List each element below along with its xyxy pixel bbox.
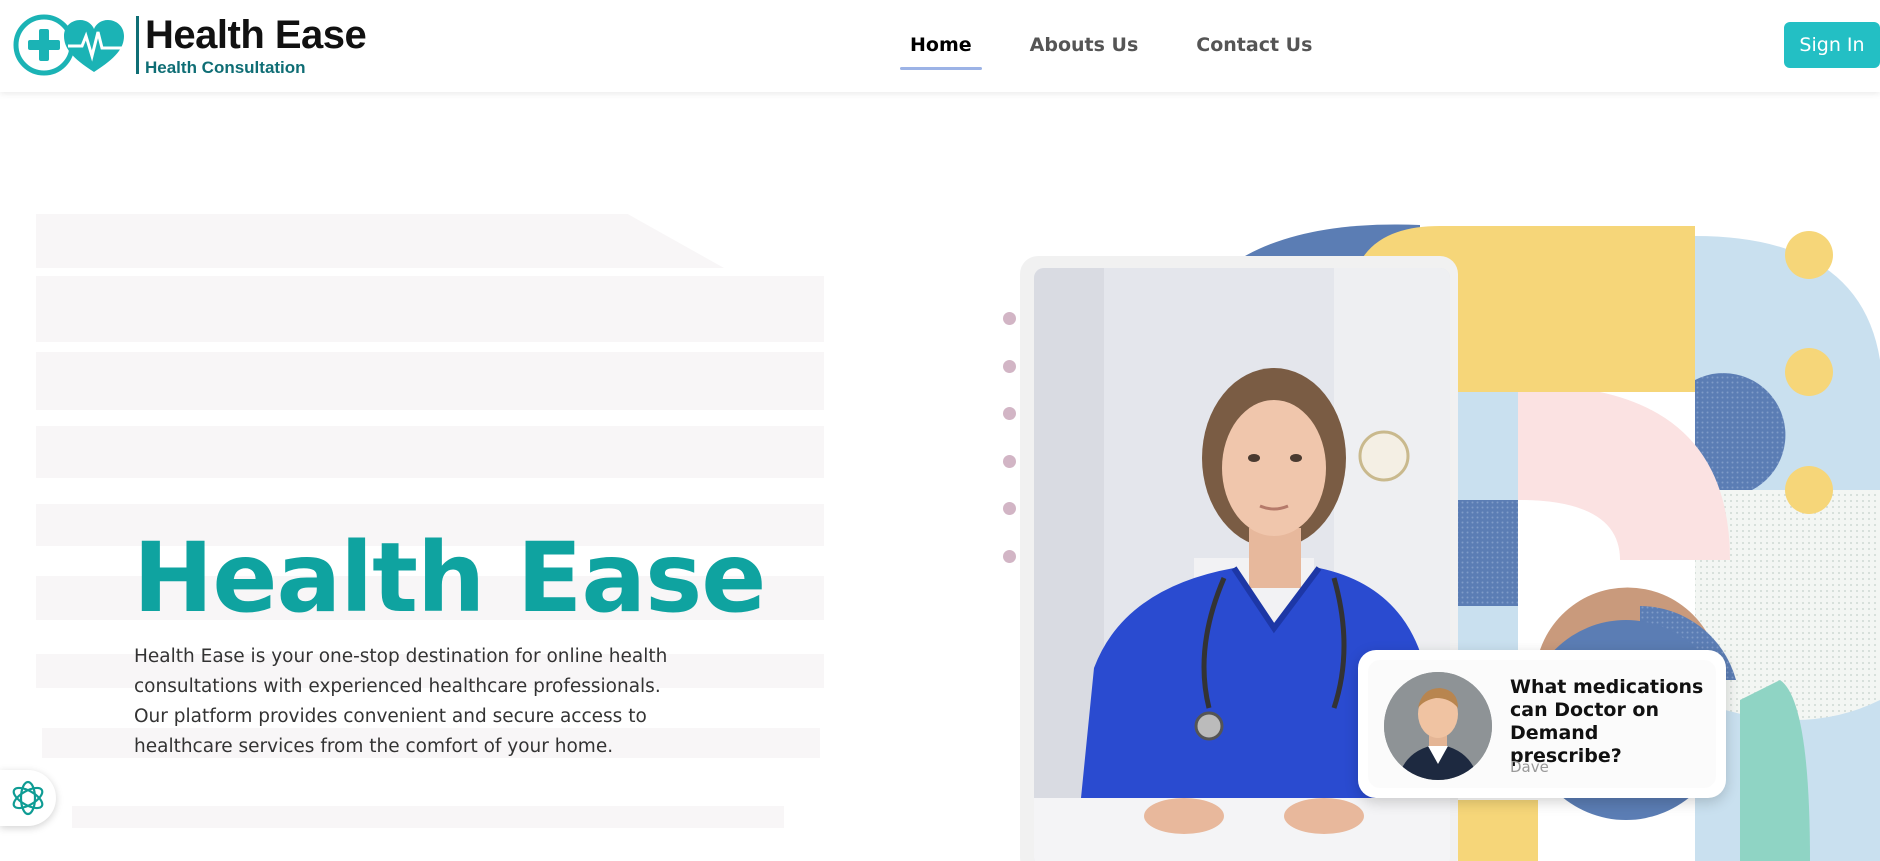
logo-divider xyxy=(136,16,139,74)
logo-subtitle: Health Consultation xyxy=(145,57,306,77)
hero-title: Health Ease xyxy=(133,522,766,634)
medical-cross-heart-icon xyxy=(13,14,126,76)
avatar xyxy=(1384,672,1492,780)
chat-widget-button[interactable] xyxy=(0,770,56,826)
sign-in-button[interactable]: Sign In xyxy=(1784,22,1880,68)
chat-question-text: What medications can Doctor on Demand pr… xyxy=(1510,676,1704,767)
chat-author-name: Dave xyxy=(1510,758,1549,776)
openai-flower-icon xyxy=(12,780,44,816)
chat-question-card[interactable]: What medications can Doctor on Demand pr… xyxy=(1358,650,1726,798)
logo[interactable]: Health Ease Health Consultation xyxy=(12,12,367,78)
top-navbar: Health Ease Health Consultation Home Abo… xyxy=(0,0,1880,92)
nav-home[interactable]: Home xyxy=(900,26,982,70)
nav-contact[interactable]: Contact Us xyxy=(1186,26,1322,70)
main-nav: Home Abouts Us Contact Us xyxy=(900,26,1360,70)
hero-description: Health Ease is your one-stop destination… xyxy=(134,646,668,757)
nav-about[interactable]: Abouts Us xyxy=(1020,26,1149,70)
logo-title: Health Ease xyxy=(145,12,367,57)
decorative-dots xyxy=(1003,312,1016,597)
